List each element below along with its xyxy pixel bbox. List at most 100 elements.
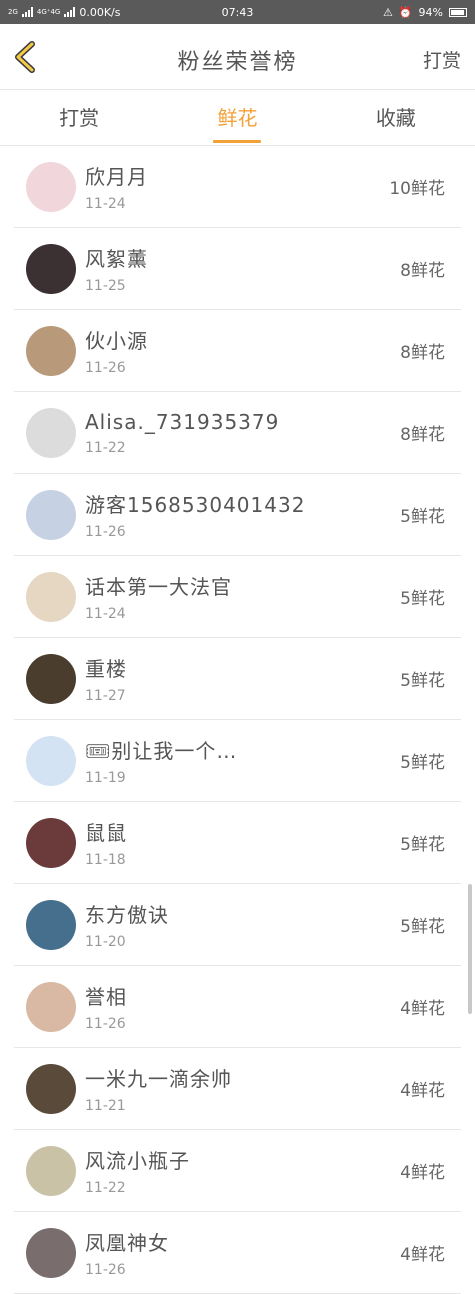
user-info: 欣月月 11-24 <box>85 161 389 212</box>
signal-icon <box>21 7 33 17</box>
user-date: 11-19 <box>85 770 126 786</box>
flower-count: 8鲜花 <box>400 343 445 363</box>
user-date: 11-26 <box>85 524 126 540</box>
user-date: 11-26 <box>85 1016 126 1032</box>
user-name: 一米九一滴余帅 <box>85 1067 232 1091</box>
user-name: 伙小源 <box>85 329 148 353</box>
list-item[interactable]: 话本第一大法官 11-24 5鲜花 <box>14 556 461 638</box>
flower-count: 5鲜花 <box>400 507 445 527</box>
user-name: 话本第一大法官 <box>85 575 232 599</box>
user-name: 游客1568530401432 <box>85 493 306 517</box>
user-date: 11-27 <box>85 688 126 704</box>
network-speed: 0.00K/s <box>79 5 121 19</box>
avatar <box>26 1145 76 1196</box>
avatar <box>26 243 76 294</box>
user-date: 11-24 <box>85 196 126 212</box>
user-info: 一米九一滴余帅 11-21 <box>85 1063 400 1114</box>
alarm-icon: ⏰ <box>398 5 413 19</box>
network-4g-label: 4G⁺4G <box>36 7 61 16</box>
user-info: 凤凰神女 11-26 <box>85 1227 400 1278</box>
status-left: 2G 4G⁺4G 0.00K/s <box>8 6 198 19</box>
flower-count: 5鲜花 <box>400 917 445 937</box>
list-item[interactable]: 伙小源 11-26 8鲜花 <box>14 310 461 392</box>
user-info: 风流小瓶子 11-22 <box>85 1145 400 1196</box>
list-item[interactable]: 东方傲诀 11-20 5鲜花 <box>14 884 461 966</box>
user-info: 风絮薰 11-25 <box>85 243 400 294</box>
user-info: 话本第一大法官 11-24 <box>85 571 400 622</box>
avatar <box>26 161 76 212</box>
list-item[interactable]: 风流小瓶子 11-22 4鲜花 <box>14 1130 461 1212</box>
user-info: 伙小源 11-26 <box>85 325 400 376</box>
scrollbar[interactable] <box>468 884 472 1014</box>
user-date: 11-26 <box>85 360 126 376</box>
avatar <box>26 653 76 704</box>
flower-count: 4鲜花 <box>400 1245 445 1265</box>
tab-favorites[interactable]: 收藏 <box>317 90 475 145</box>
user-name: 重楼 <box>85 657 127 681</box>
avatar <box>26 325 76 376</box>
battery-percent: 94% <box>418 5 443 19</box>
flower-count: 4鲜花 <box>400 1163 445 1183</box>
flower-count: 8鲜花 <box>400 261 445 281</box>
user-date: 11-22 <box>85 1180 126 1196</box>
tab-bar: 打赏 鲜花 收藏 <box>0 90 475 146</box>
nav-bar: 粉丝荣誉榜 打赏 <box>0 24 475 90</box>
list-item[interactable]: 誉相 11-26 4鲜花 <box>14 966 461 1048</box>
flower-count: 5鲜花 <box>400 589 445 609</box>
list-item[interactable]: 风絮薰 11-25 8鲜花 <box>14 228 461 310</box>
network-2g-label: 2G <box>8 7 18 16</box>
list-item[interactable]: Alisa._731935379 11-22 8鲜花 <box>14 392 461 474</box>
list-item[interactable]: 凤凰神女 11-26 4鲜花 <box>14 1212 461 1294</box>
list-item[interactable]: 一米九一滴余帅 11-21 4鲜花 <box>14 1048 461 1130</box>
avatar <box>26 1063 76 1114</box>
list-item[interactable]: 鼠鼠 11-18 5鲜花 <box>14 802 461 884</box>
user-name: 🎟别让我一个… <box>85 739 238 763</box>
status-time: 07:43 <box>221 5 254 19</box>
user-info: Alisa._731935379 11-22 <box>85 410 400 456</box>
tab-flowers[interactable]: 鲜花 <box>158 90 316 145</box>
list-item[interactable]: 🎟别让我一个… 11-19 5鲜花 <box>14 720 461 802</box>
status-bar: 2G 4G⁺4G 0.00K/s 07:43 ⚠ ⏰ 94% <box>0 0 475 24</box>
user-info: 东方傲诀 11-20 <box>85 899 400 950</box>
user-info: 🎟别让我一个… 11-19 <box>85 735 400 786</box>
user-name: 鼠鼠 <box>85 821 127 845</box>
flower-count: 4鲜花 <box>400 1081 445 1101</box>
user-info: 游客1568530401432 11-26 <box>85 489 400 540</box>
user-name: 誉相 <box>85 985 127 1009</box>
ranking-list: 欣月月 11-24 10鲜花 风絮薰 11-25 8鲜花 伙小源 11-26 8… <box>14 146 461 1294</box>
user-info: 鼠鼠 11-18 <box>85 817 400 868</box>
flower-count: 4鲜花 <box>400 999 445 1019</box>
list-item[interactable]: 重楼 11-27 5鲜花 <box>14 638 461 720</box>
user-name: 凤凰神女 <box>85 1231 169 1255</box>
avatar <box>26 571 76 622</box>
tab-reward[interactable]: 打赏 <box>0 90 158 145</box>
flower-count: 5鲜花 <box>400 671 445 691</box>
user-name: 风絮薰 <box>85 247 148 271</box>
battery-icon <box>449 7 467 17</box>
user-date: 11-26 <box>85 1262 126 1278</box>
flower-count: 5鲜花 <box>400 753 445 773</box>
avatar <box>26 407 76 458</box>
avatar <box>26 735 76 786</box>
user-date: 11-22 <box>85 439 126 456</box>
reward-button[interactable]: 打赏 <box>423 46 461 73</box>
user-info: 誉相 11-26 <box>85 981 400 1032</box>
avatar <box>26 899 76 950</box>
status-right: ⚠ ⏰ 94% <box>277 6 467 19</box>
user-date: 11-24 <box>85 606 126 622</box>
list-item[interactable]: 欣月月 11-24 10鲜花 <box>14 146 461 228</box>
flower-count: 8鲜花 <box>400 425 445 445</box>
user-date: 11-20 <box>85 934 126 950</box>
warning-icon: ⚠ <box>382 5 393 19</box>
user-name: 欣月月 <box>85 165 148 189</box>
list-item[interactable]: 游客1568530401432 11-26 5鲜花 <box>14 474 461 556</box>
avatar <box>26 489 76 540</box>
avatar <box>26 1227 76 1278</box>
user-date: 11-25 <box>85 278 126 294</box>
avatar <box>26 981 76 1032</box>
user-date: 11-21 <box>85 1098 126 1114</box>
flower-count: 10鲜花 <box>389 179 445 199</box>
user-info: 重楼 11-27 <box>85 653 400 704</box>
signal-icon-2 <box>64 7 76 17</box>
flower-count: 5鲜花 <box>400 835 445 855</box>
